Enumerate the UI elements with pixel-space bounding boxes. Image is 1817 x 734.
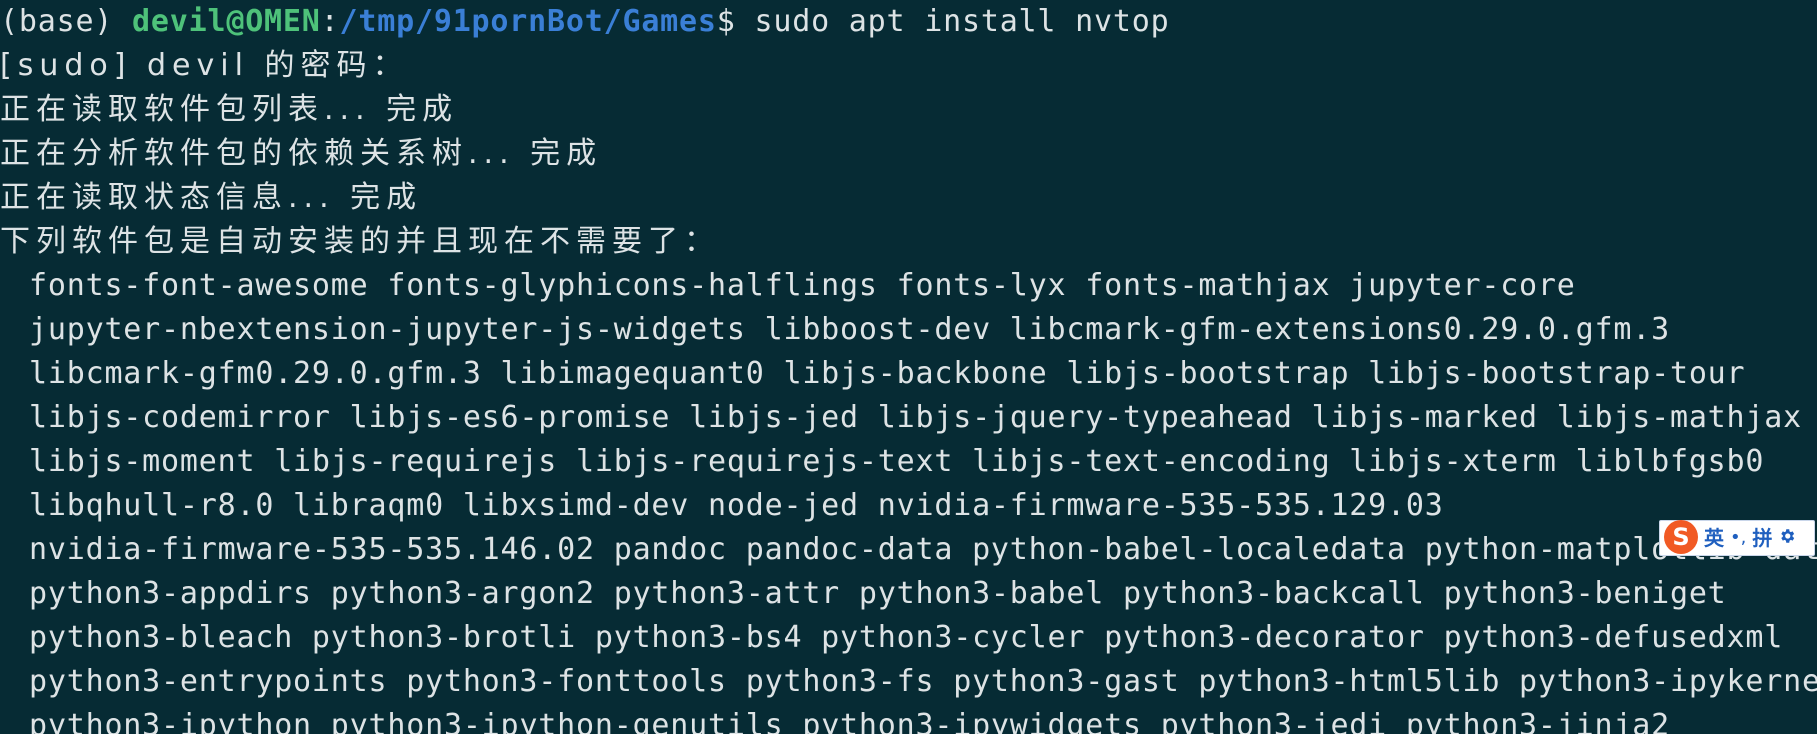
ime-input-mode[interactable]: 拼 bbox=[1752, 516, 1772, 560]
sudo-password-prompt: [sudo] devil 的密码： bbox=[0, 48, 409, 83]
package-list-line: fonts-font-awesome fonts-glyphicons-half… bbox=[29, 268, 1576, 303]
output-building-tree: 正在分析软件包的依赖关系树... 完成 bbox=[0, 136, 603, 171]
package-list-line: libjs-moment libjs-requirejs libjs-requi… bbox=[29, 444, 1765, 479]
prompt-symbol: $ bbox=[716, 4, 755, 39]
package-list-line: libqhull-r8.0 libraqm0 libxsimd-dev node… bbox=[29, 488, 1444, 523]
conda-env: (base) bbox=[0, 4, 133, 39]
gear-icon[interactable] bbox=[1778, 516, 1796, 560]
package-list-line: libjs-codemirror libjs-es6-promise libjs… bbox=[29, 400, 1802, 435]
output-reading-lists: 正在读取软件包列表... 完成 bbox=[0, 92, 459, 127]
command-prompt-line: (base) devil@OMEN:/tmp/91pornBot/Games$ … bbox=[0, 0, 1817, 44]
package-list-line: python3-appdirs python3-argon2 python3-a… bbox=[29, 576, 1727, 611]
output-reading-state: 正在读取状态信息... 完成 bbox=[0, 180, 423, 215]
prompt-separator: : bbox=[320, 4, 340, 39]
package-list-line: python3-entrypoints python3-fonttools py… bbox=[29, 664, 1817, 699]
terminal-window[interactable]: (base) devil@OMEN:/tmp/91pornBot/Games$ … bbox=[0, 0, 1817, 734]
command-text: sudo apt install nvtop bbox=[754, 4, 1170, 39]
package-list-line: python3-bleach python3-brotli python3-bs… bbox=[29, 620, 1784, 655]
ime-punctuation-toggle[interactable]: •, bbox=[1730, 516, 1746, 560]
package-list-line: nvidia-firmware-535-535.146.02 pandoc pa… bbox=[29, 532, 1817, 567]
package-list-line: jupyter-nbextension-jupyter-js-widgets l… bbox=[29, 312, 1670, 347]
ime-logo-icon[interactable]: S bbox=[1664, 520, 1698, 554]
user-host: devil@OMEN bbox=[132, 4, 321, 39]
current-path: /tmp/91pornBot/Games bbox=[339, 4, 717, 39]
ime-language-toggle[interactable]: 英 bbox=[1704, 516, 1724, 560]
package-list-line: python3-ipython python3-ipython-genutils… bbox=[29, 708, 1670, 734]
ime-toolbar[interactable]: S 英 •, 拼 bbox=[1659, 520, 1815, 556]
gear-icon-graphic bbox=[1781, 529, 1795, 543]
package-list-line: libcmark-gfm0.29.0.gfm.3 libimagequant0 … bbox=[29, 356, 1746, 391]
output-auto-installed-header: 下列软件包是自动安装的并且现在不需要了： bbox=[0, 224, 720, 259]
